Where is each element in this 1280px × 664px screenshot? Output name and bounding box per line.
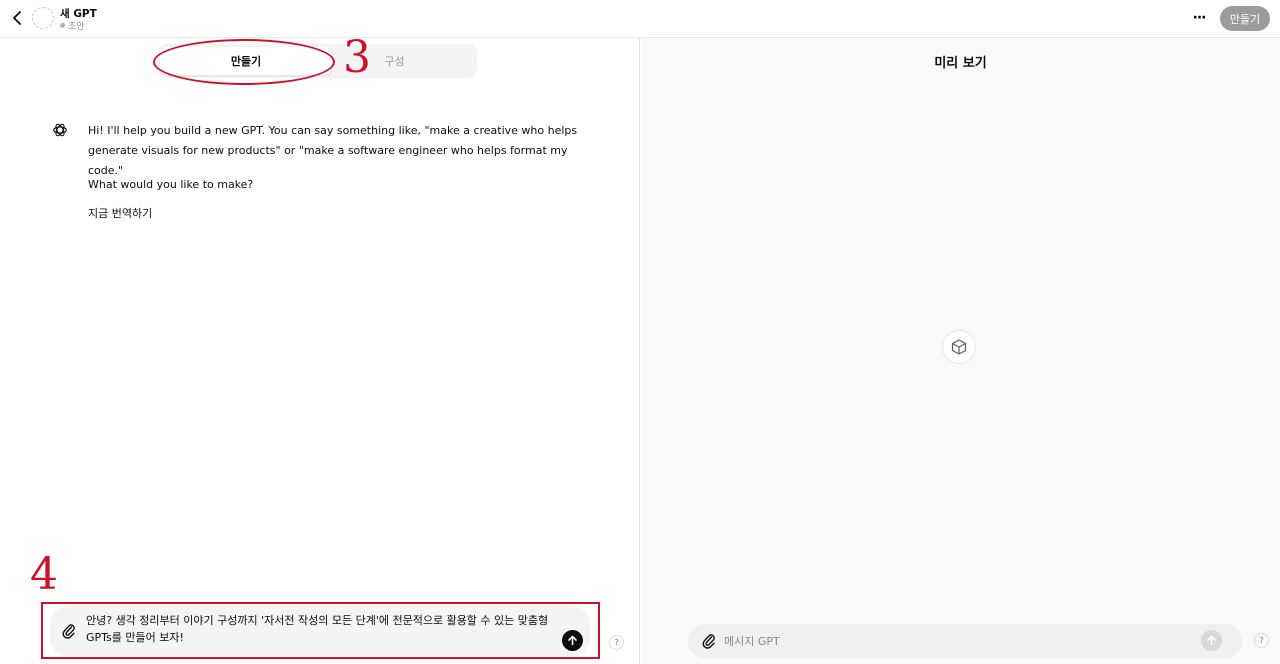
- status-dot-icon: [60, 23, 65, 28]
- arrow-up-icon: [1207, 635, 1216, 646]
- message-composer[interactable]: 안녕? 생각 정리부터 이야기 구성까지 '자서전 작성의 모든 단계'에 전문…: [50, 606, 590, 656]
- tab-create[interactable]: 만들기: [160, 47, 332, 75]
- preview-message-input[interactable]: [724, 630, 1184, 652]
- paperclip-icon: [702, 634, 715, 649]
- arrow-up-icon: [568, 635, 577, 646]
- cube-icon: [951, 339, 967, 355]
- preview-attach-button[interactable]: [700, 632, 718, 650]
- tab-configure[interactable]: 구성: [315, 47, 474, 75]
- annotation-step-4: 4: [30, 549, 58, 600]
- gpt-placeholder-logo: [942, 330, 976, 364]
- more-options-button[interactable]: ···: [1188, 7, 1210, 29]
- assistant-message: Hi! I'll help you build a new GPT. You c…: [88, 124, 578, 177]
- annotation-step-3: 3: [343, 32, 371, 83]
- composer-input[interactable]: 안녕? 생각 정리부터 이야기 구성까지 '자서전 작성의 모든 단계'에 전문…: [86, 612, 556, 646]
- preview-pane: 미리 보기 ?: [641, 38, 1280, 664]
- preview-send-button[interactable]: [1201, 630, 1222, 651]
- paperclip-icon: [62, 624, 75, 639]
- preview-help-button[interactable]: ?: [1254, 633, 1269, 648]
- translate-link[interactable]: 지금 번역하기: [88, 204, 588, 224]
- help-button[interactable]: ?: [609, 635, 624, 650]
- editor-pane: 만들기 구성 3 Hi! I'll help you build a new G…: [0, 32, 640, 664]
- preview-composer: [688, 624, 1242, 658]
- openai-logo-icon: [53, 123, 67, 137]
- send-button[interactable]: [562, 630, 583, 651]
- top-bar: 새 GPT 초안 ··· 만들기: [0, 0, 1280, 38]
- preview-title: 미리 보기: [934, 56, 987, 71]
- gpt-status: 초안: [60, 19, 85, 32]
- back-button[interactable]: [9, 9, 27, 27]
- editor-tabs: 만들기 구성: [157, 44, 477, 78]
- attach-button[interactable]: [60, 622, 78, 640]
- create-button[interactable]: 만들기: [1220, 6, 1270, 31]
- assistant-question: What would you like to make?: [88, 178, 254, 191]
- chevron-left-icon: [13, 11, 21, 25]
- gpt-avatar[interactable]: [32, 7, 54, 29]
- gpt-status-label: 초안: [68, 22, 85, 32]
